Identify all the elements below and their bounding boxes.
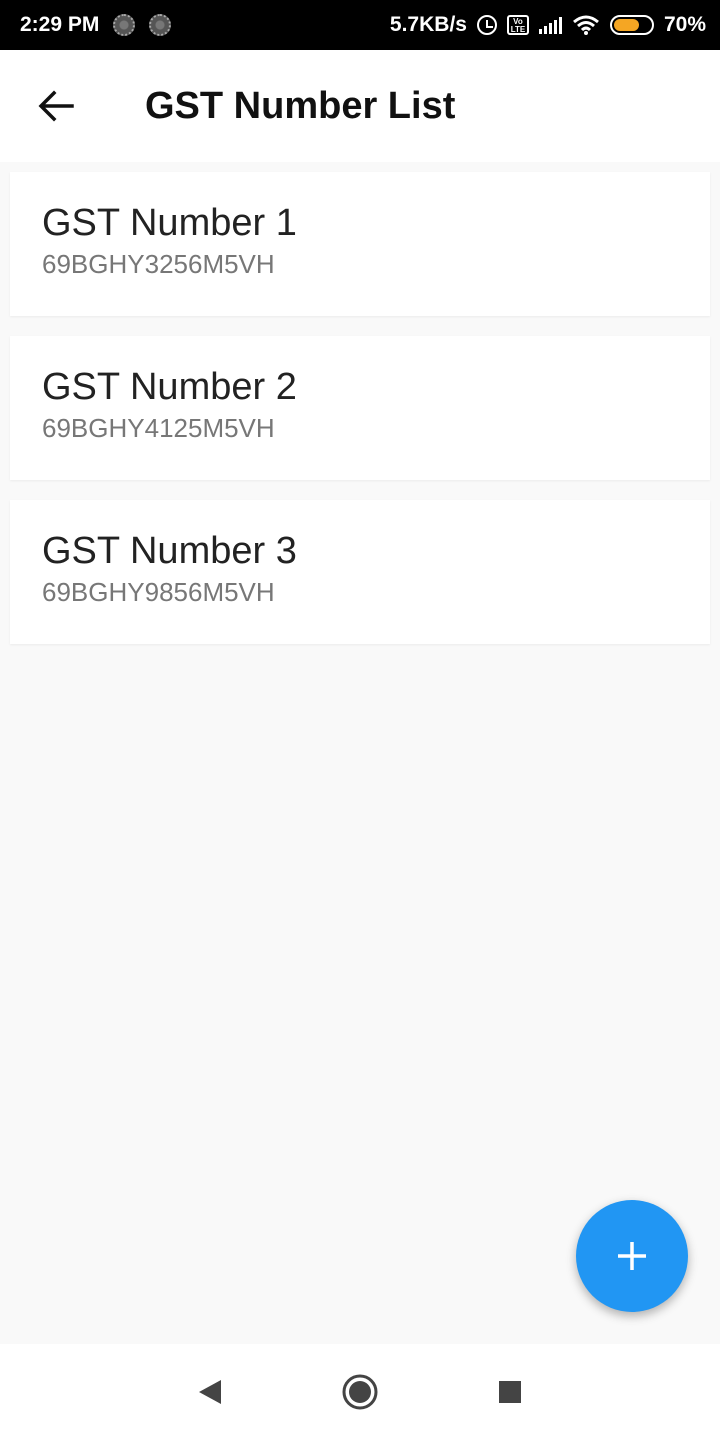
back-triangle-icon xyxy=(199,1380,221,1404)
back-button[interactable] xyxy=(0,50,112,162)
status-bar-right: 5.7KB/s Vo LTE 70% xyxy=(390,13,706,37)
battery-percent: 70% xyxy=(663,13,706,36)
plus-icon xyxy=(618,1242,646,1270)
nav-recents-button[interactable] xyxy=(490,1372,530,1412)
status-bar: 2:29 PM 5.7KB/s Vo LTE 70% xyxy=(0,0,720,50)
gst-list: GST Number 1 69BGHY3256M5VH GST Number 2… xyxy=(10,172,710,664)
battery-icon xyxy=(609,15,654,35)
status-bar-left: 2:29 PM xyxy=(20,13,172,37)
gst-number: 69BGHY4125M5VH xyxy=(42,413,275,443)
wifi-icon xyxy=(573,15,599,35)
list-item[interactable]: GST Number 2 69BGHY4125M5VH xyxy=(10,336,710,480)
list-item[interactable]: GST Number 1 69BGHY3256M5VH xyxy=(10,172,710,316)
notification-icon xyxy=(149,14,172,36)
gst-number: 69BGHY3256M5VH xyxy=(42,249,275,279)
gst-title: GST Number 3 xyxy=(42,530,297,572)
battery-fill xyxy=(613,19,640,31)
notification-icon xyxy=(113,14,136,36)
nav-back-button[interactable] xyxy=(190,1372,230,1412)
gst-number: 69BGHY9856M5VH xyxy=(42,577,275,607)
gst-title: GST Number 1 xyxy=(42,202,297,244)
nav-home-button[interactable] xyxy=(340,1372,380,1412)
arrow-left-icon xyxy=(38,90,74,122)
system-nav-bar xyxy=(0,1344,720,1440)
clock: 2:29 PM xyxy=(20,13,100,36)
gst-title: GST Number 2 xyxy=(42,366,297,408)
home-circle-icon xyxy=(342,1374,378,1410)
list-item[interactable]: GST Number 3 69BGHY9856M5VH xyxy=(10,500,710,644)
app-bar: GST Number List xyxy=(0,50,720,162)
signal-icon xyxy=(538,16,562,34)
network-speed: 5.7KB/s xyxy=(389,13,467,36)
volte-icon: Vo LTE xyxy=(506,15,529,35)
alarm-icon xyxy=(476,15,497,35)
page-title: GST Number List xyxy=(145,84,456,127)
screen: 2:29 PM 5.7KB/s Vo LTE 70% GST Number Li… xyxy=(0,0,720,1440)
add-gst-button[interactable] xyxy=(576,1200,688,1312)
recents-square-icon xyxy=(499,1381,521,1403)
